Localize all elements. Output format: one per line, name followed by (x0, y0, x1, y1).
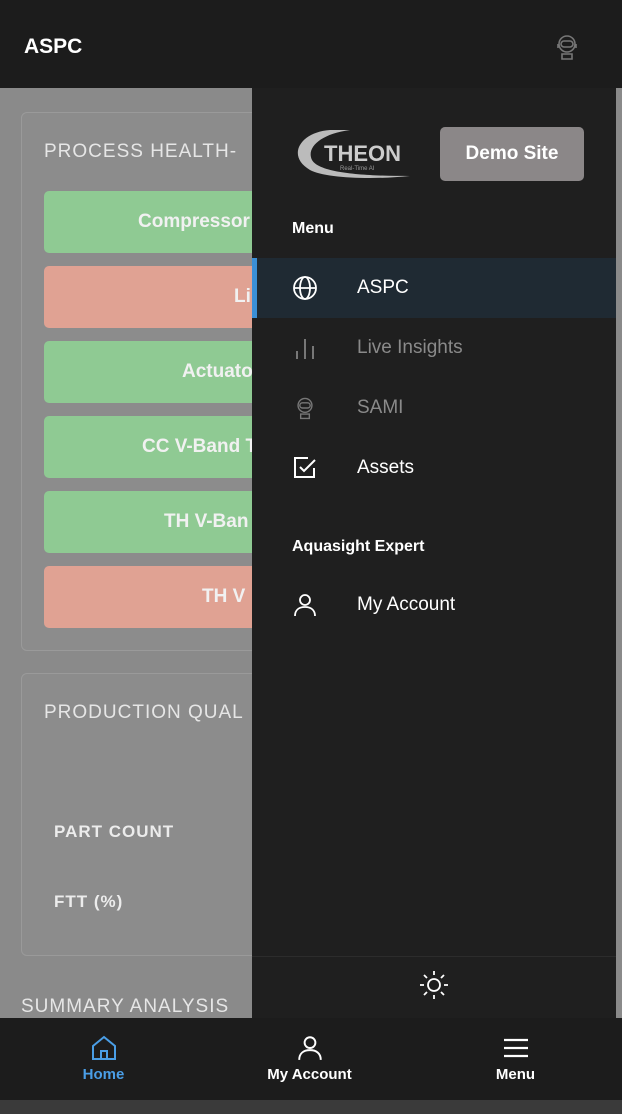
expert-section-title: Aquasight Expert (292, 538, 425, 555)
card-title: PROCESS HEALTH- (44, 141, 238, 162)
checkbox-icon (294, 457, 316, 478)
menu-section-title: Menu (292, 220, 334, 237)
health-label: TH V-Ban (164, 511, 249, 532)
summary-title: SUMMARY ANALYSIS (21, 996, 230, 1017)
theon-logo: THEON Real-Time AI (297, 130, 410, 178)
robot-headset-icon[interactable] (554, 32, 580, 62)
svg-text:Real-Time AI: Real-Time AI (340, 166, 375, 172)
svg-text:THEON: THEON (324, 141, 401, 166)
user-icon (294, 594, 316, 617)
user-icon (297, 1036, 322, 1060)
divider (252, 956, 616, 957)
hamburger-icon (503, 1038, 528, 1058)
menu-item-label: Assets (357, 457, 415, 478)
part-count-label: PART COUNT (54, 822, 175, 841)
nav-home[interactable]: Home (0, 1018, 207, 1100)
nav-menu[interactable]: Menu (412, 1018, 619, 1100)
demo-site-button[interactable]: Demo Site (440, 127, 584, 181)
card-title: PRODUCTION QUAL (44, 702, 244, 723)
robot-headset-icon (297, 397, 313, 420)
menu-item-aspc[interactable]: ASPC (252, 258, 616, 318)
health-label: Actuato (182, 361, 253, 382)
health-label: Compressor (138, 211, 250, 232)
nav-label: Menu (495, 1066, 536, 1083)
health-label: TH V (202, 586, 246, 607)
home-icon (91, 1035, 116, 1060)
menu-item-sami[interactable]: SAMI (252, 378, 616, 438)
app-header: ASPC (0, 0, 622, 88)
sun-icon[interactable] (419, 970, 449, 1000)
menu-item-label: ASPC (357, 277, 409, 298)
menu-item-label: My Account (357, 594, 456, 615)
globe-icon (293, 276, 317, 300)
menu-item-live-insights[interactable]: Live Insights (252, 318, 616, 378)
nav-label: My Account (267, 1066, 352, 1083)
menu-item-label: Live Insights (357, 337, 463, 358)
app-title: ASPC (24, 35, 83, 58)
health-label: CC V-Band T (142, 436, 258, 457)
menu-item-my-account[interactable]: My Account (252, 575, 616, 635)
nav-drawer: THEON Real-Time AI Demo Site Menu ASPC L… (252, 88, 616, 1018)
ftt-label: FTT (%) (54, 892, 124, 911)
nav-label: Home (82, 1066, 125, 1083)
menu-item-label: SAMI (357, 397, 404, 418)
bottom-nav: Home My Account Menu (0, 1018, 622, 1100)
bar-chart-icon (296, 339, 314, 359)
menu-item-assets[interactable]: Assets (252, 438, 616, 498)
health-label: Li (234, 286, 251, 307)
nav-my-account[interactable]: My Account (206, 1018, 413, 1100)
